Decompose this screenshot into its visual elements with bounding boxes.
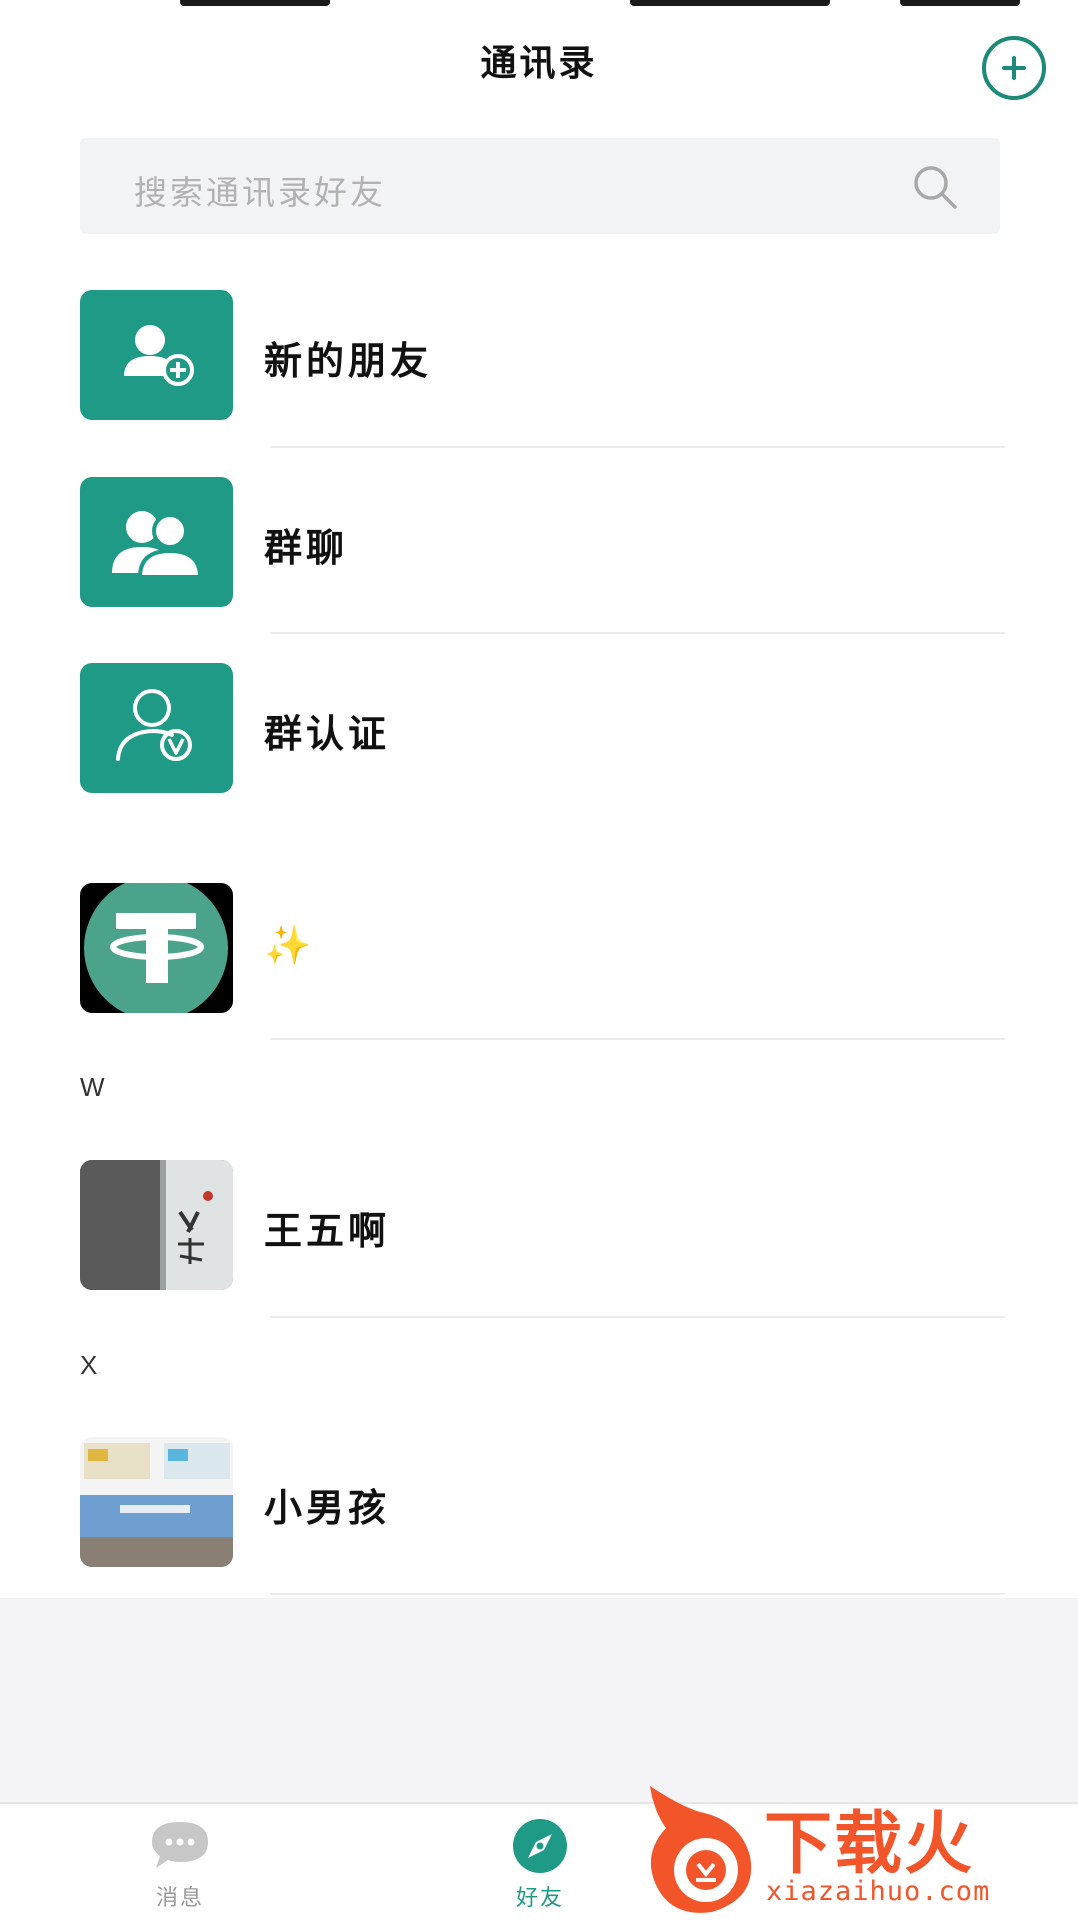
feature-group-chat[interactable]: 群聊	[0, 477, 1078, 607]
feature-group-verify[interactable]: 群认证	[0, 663, 1078, 793]
contact-row[interactable]: 小男孩	[0, 1437, 1078, 1567]
search-icon[interactable]	[910, 162, 960, 212]
photo-avatar-book	[80, 1160, 233, 1290]
feature-new-friends[interactable]: 新的朋友	[0, 290, 1078, 420]
contact-name: 小男孩	[264, 1485, 391, 1530]
tab-messages[interactable]: 消息	[100, 1804, 260, 1920]
add-button[interactable]	[982, 36, 1046, 100]
group-chat-icon	[80, 477, 233, 607]
tab-label: 好友	[515, 1886, 564, 1911]
list-footer	[0, 1598, 1078, 1802]
divider	[270, 1593, 1005, 1595]
compass-icon	[513, 1819, 567, 1873]
section-letter: X	[80, 1350, 98, 1380]
chat-bubble-icon	[152, 1822, 208, 1868]
feature-label: 群认证	[264, 711, 391, 756]
watermark-url: xiazaihuo.com	[766, 1876, 991, 1907]
section-letter: W	[80, 1072, 105, 1102]
contact-name: ✨	[264, 923, 316, 967]
divider	[270, 446, 1005, 448]
header: 通讯录	[0, 0, 1078, 120]
tab-label: 消息	[155, 1886, 204, 1911]
contact-row[interactable]: 王五啊	[0, 1160, 1078, 1290]
flame-logo-icon	[650, 1786, 752, 1913]
photo-avatar-poster	[80, 1437, 233, 1567]
divider	[270, 1038, 1005, 1040]
add-friend-icon	[80, 290, 233, 420]
divider	[270, 632, 1005, 634]
feature-label: 群聊	[264, 525, 349, 570]
watermark-brand: 下载火	[764, 1805, 975, 1884]
divider	[270, 1316, 1005, 1318]
group-verify-icon	[80, 663, 233, 793]
search-placeholder: 搜索通讯录好友	[134, 173, 386, 212]
contact-name: 王五啊	[264, 1208, 391, 1253]
tab-friends[interactable]: 好友	[460, 1804, 620, 1920]
tether-logo-avatar	[80, 883, 233, 1013]
contact-row[interactable]: ✨	[0, 883, 1078, 1013]
feature-label: 新的朋友	[264, 338, 433, 383]
search-bar[interactable]: 搜索通讯录好友	[80, 138, 1000, 234]
page-title: 通讯录	[480, 42, 598, 84]
watermark: 下载火 xiazaihuo.com	[640, 1776, 1078, 1918]
